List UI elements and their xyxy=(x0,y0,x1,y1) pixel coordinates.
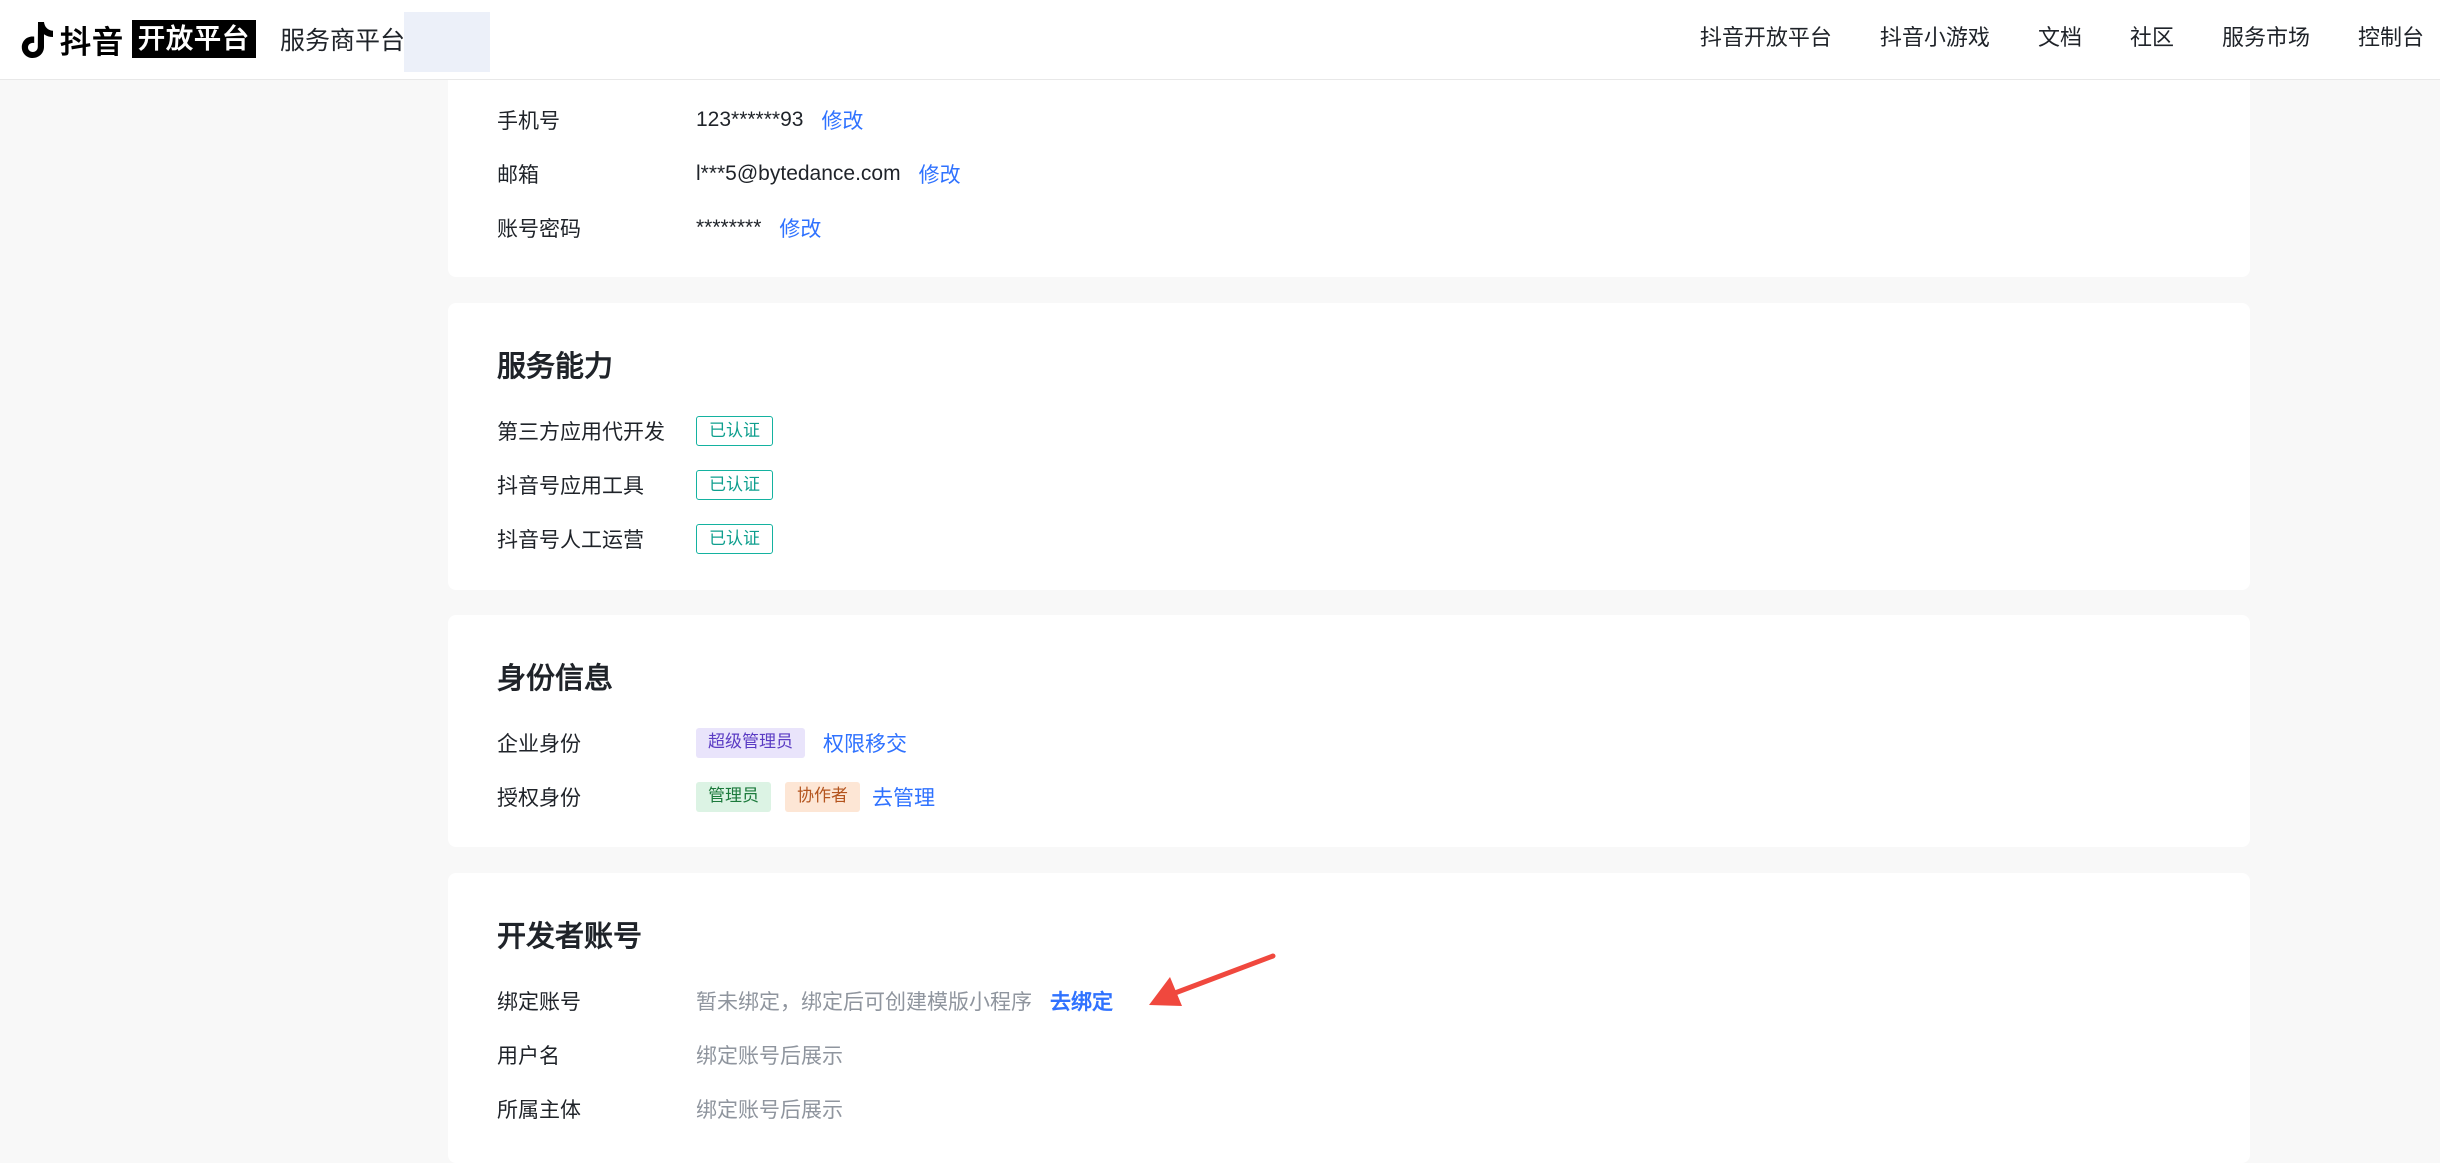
nav-community[interactable]: 社区 xyxy=(2130,20,2174,52)
certified-badge: 已认证 xyxy=(696,470,773,500)
email-row: 邮箱 l***5@bytedance.com 修改 xyxy=(497,154,961,194)
enterprise-identity-row: 企业身份 超级管理员 权限移交 xyxy=(497,723,907,763)
certified-badge: 已认证 xyxy=(696,416,773,446)
phone-label: 手机号 xyxy=(497,110,560,133)
brand-name: 抖音 xyxy=(60,24,124,60)
tiktok-note-icon xyxy=(21,22,53,58)
password-value: ******** xyxy=(696,216,762,239)
brand[interactable]: 抖音 开放平台 服务商平台 xyxy=(16,14,405,64)
enterprise-label: 企业身份 xyxy=(497,733,581,756)
bind-account-link[interactable]: 去绑定 xyxy=(1050,986,1113,1016)
brand-subtitle: 服务商平台 xyxy=(280,27,406,55)
super-admin-badge: 超级管理员 xyxy=(696,728,805,758)
entity-row: 所属主体 绑定账号后展示 xyxy=(497,1089,843,1129)
transfer-permission-link[interactable]: 权限移交 xyxy=(823,728,907,758)
certified-badge: 已认证 xyxy=(696,524,773,554)
top-nav: 抖音开放平台 抖音小游戏 文档 社区 服务市场 控制台 xyxy=(1700,0,2424,72)
email-edit-link[interactable]: 修改 xyxy=(919,159,961,189)
service-row: 抖音号人工运营 已认证 xyxy=(497,519,773,559)
admin-badge: 管理员 xyxy=(696,782,771,812)
bind-label: 绑定账号 xyxy=(497,991,581,1014)
phone-value: 123******93 xyxy=(696,108,804,131)
email-value: l***5@bytedance.com xyxy=(696,162,901,185)
entity-label: 所属主体 xyxy=(497,1099,581,1122)
nav-console[interactable]: 控制台 xyxy=(2358,20,2424,52)
phone-row: 手机号 123******93 修改 xyxy=(497,100,863,140)
username-row: 用户名 绑定账号后展示 xyxy=(497,1035,843,1075)
username-label: 用户名 xyxy=(497,1045,560,1068)
entity-value: 绑定账号后展示 xyxy=(696,1099,843,1122)
nav-service-market[interactable]: 服务市场 xyxy=(2222,20,2310,52)
developer-card: 开发者账号 绑定账号 暂未绑定，绑定后可创建模版小程序 去绑定 用户名 绑定账号… xyxy=(448,873,2250,1163)
identity-title: 身份信息 xyxy=(497,663,614,695)
bind-status: 暂未绑定，绑定后可创建模版小程序 xyxy=(696,991,1032,1014)
nav-docs[interactable]: 文档 xyxy=(2038,20,2082,52)
auth-label: 授权身份 xyxy=(497,787,581,810)
bind-account-row: 绑定账号 暂未绑定，绑定后可创建模版小程序 去绑定 xyxy=(497,981,1113,1021)
service-title: 服务能力 xyxy=(497,351,614,383)
password-row: 账号密码 ******** 修改 xyxy=(497,208,821,248)
service-label: 抖音号应用工具 xyxy=(497,475,644,498)
nav-open-platform[interactable]: 抖音开放平台 xyxy=(1700,20,1832,52)
nav-ghost-highlight xyxy=(404,12,490,72)
auth-identity-row: 授权身份 管理员 协作者 去管理 xyxy=(497,777,935,817)
nav-mini-games[interactable]: 抖音小游戏 xyxy=(1880,20,1990,52)
red-arrow-icon xyxy=(1149,953,1276,1006)
service-row: 抖音号应用工具 已认证 xyxy=(497,465,773,505)
identity-card: 身份信息 企业身份 超级管理员 权限移交 授权身份 管理员 协作者 去管理 xyxy=(448,615,2250,847)
top-navbar: 抖音 开放平台 服务商平台 抖音开放平台 抖音小游戏 文档 社区 服务市场 控制… xyxy=(0,0,2440,80)
collaborator-badge: 协作者 xyxy=(785,782,860,812)
username-value: 绑定账号后展示 xyxy=(696,1045,843,1068)
service-row: 第三方应用代开发 已认证 xyxy=(497,411,773,451)
service-label: 第三方应用代开发 xyxy=(497,421,665,444)
phone-edit-link[interactable]: 修改 xyxy=(821,105,863,135)
manage-link[interactable]: 去管理 xyxy=(872,782,935,812)
password-label: 账号密码 xyxy=(497,218,581,241)
service-label: 抖音号人工运营 xyxy=(497,529,644,552)
email-label: 邮箱 xyxy=(497,164,539,187)
service-card: 服务能力 第三方应用代开发 已认证 抖音号应用工具 已认证 抖音号人工运营 已认… xyxy=(448,303,2250,590)
password-edit-link[interactable]: 修改 xyxy=(779,213,821,243)
brand-badge: 开放平台 xyxy=(132,20,256,58)
developer-title: 开发者账号 xyxy=(497,921,643,953)
